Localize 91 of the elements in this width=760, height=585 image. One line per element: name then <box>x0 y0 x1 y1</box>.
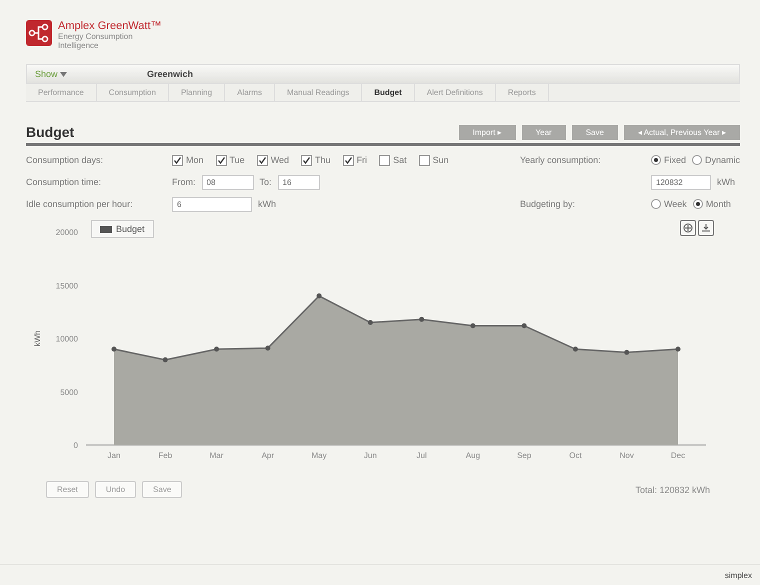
field-label: Yearly consumption: <box>520 155 602 166</box>
checkbox-label: Thu <box>315 155 331 166</box>
yearly-field[interactable]: 120832 <box>650 174 711 190</box>
data-point <box>624 350 630 356</box>
y-axis-label: kWh <box>33 330 42 347</box>
y-tick-label: 15000 <box>56 282 78 291</box>
tab[interactable]: Reports <box>496 84 549 102</box>
checkbox-label: Tue <box>230 155 245 166</box>
x-tick-label: Mar <box>210 451 224 460</box>
download-icon[interactable] <box>698 220 714 236</box>
form-button[interactable]: Save <box>142 481 182 498</box>
checkbox[interactable] <box>301 154 312 166</box>
field-label: Consumption days: <box>26 155 104 166</box>
radio-button[interactable] <box>692 199 703 210</box>
field-label: Budgeting by: <box>520 199 576 210</box>
show-dropdown[interactable]: Show <box>35 69 68 80</box>
tab[interactable]: Planning <box>168 84 226 102</box>
x-tick-label: Sep <box>517 451 532 460</box>
data-point <box>676 347 680 352</box>
idle-field[interactable]: 6 <box>172 196 252 212</box>
unit-label: kWh <box>258 199 276 210</box>
data-point <box>368 320 373 326</box>
from-field[interactable]: 08 <box>202 174 254 190</box>
x-tick-label: Nov <box>620 451 634 460</box>
radio-button[interactable] <box>650 155 661 166</box>
x-tick-label: Jan <box>108 451 120 460</box>
radio-label: Dynamic <box>704 155 740 166</box>
tab[interactable]: Alarms <box>225 84 275 102</box>
checkbox-label: Fri <box>356 155 368 166</box>
total-text: Total: 120832 kWh <box>635 484 710 495</box>
checkbox[interactable] <box>216 154 227 166</box>
data-point <box>316 294 322 299</box>
action-button[interactable]: Import ▸ <box>458 124 516 140</box>
x-tick-label: Feb <box>158 451 172 460</box>
tab[interactable]: Consumption <box>96 84 169 102</box>
form-button[interactable]: Reset <box>46 481 89 498</box>
checkbox-label: Sun <box>432 155 449 166</box>
x-tick-label: Apr <box>262 451 274 460</box>
checkbox-label: Sat <box>393 155 407 166</box>
x-tick-label: Jul <box>416 451 427 460</box>
brand-name: Amplex GreenWatt™ <box>58 20 162 32</box>
data-point <box>214 347 220 352</box>
action-button[interactable]: ◂ Actual, Previous Year ▸ <box>624 124 740 140</box>
field-label: To: <box>260 177 272 188</box>
radio-label: Week <box>664 199 687 210</box>
field-label: Consumption time: <box>26 177 102 188</box>
checkbox[interactable] <box>256 154 268 166</box>
data-point <box>162 358 168 363</box>
data-point <box>522 324 527 329</box>
logo-icon <box>26 20 52 46</box>
unit-label: kWh <box>716 177 735 188</box>
page-title: Budget <box>26 124 76 140</box>
to-field[interactable]: 16 <box>278 174 320 190</box>
y-tick-label: 0 <box>74 441 78 450</box>
field-label: Idle consumption per hour: <box>26 199 134 210</box>
brand-tagline: Energy Consumption Intelligence <box>58 32 134 50</box>
site-name: Greenwich <box>147 69 194 80</box>
data-point <box>265 346 270 351</box>
data-point <box>470 324 476 329</box>
x-tick-label: Dec <box>670 451 686 460</box>
data-point <box>112 347 116 352</box>
tab[interactable]: Budget <box>362 84 415 102</box>
checkbox-label: Wed <box>270 155 290 166</box>
chart-legend[interactable]: Budget <box>91 220 154 238</box>
footer-text: simplex <box>724 570 752 580</box>
radio-button[interactable] <box>650 199 661 210</box>
y-tick-label: 20000 <box>56 228 78 238</box>
radio-label: Fixed <box>664 155 686 166</box>
checkbox[interactable] <box>418 154 430 166</box>
field-label: From: <box>172 177 196 188</box>
checkbox[interactable] <box>342 154 354 166</box>
caret-icon <box>60 72 68 78</box>
x-tick-label: Oct <box>569 451 582 460</box>
checkbox-label: Mon <box>186 155 204 166</box>
x-tick-label: Jun <box>364 451 377 460</box>
form-button[interactable]: Undo <box>94 481 136 498</box>
x-tick-label: Aug <box>466 451 480 460</box>
data-point <box>572 347 578 352</box>
action-button[interactable]: Save <box>572 124 618 140</box>
x-tick-label: May <box>312 451 327 460</box>
tab[interactable]: Manual Readings <box>274 84 362 102</box>
tab[interactable]: Performance <box>26 84 97 102</box>
action-button[interactable]: Year <box>522 124 566 140</box>
tab[interactable]: Alert Definitions <box>414 84 496 102</box>
radio-label: Month <box>706 199 731 210</box>
y-tick-label: 10000 <box>56 334 78 344</box>
data-point <box>419 317 424 322</box>
checkbox[interactable] <box>379 154 390 166</box>
checkbox[interactable] <box>172 154 183 166</box>
radio-button[interactable] <box>692 155 702 166</box>
y-tick-label: 5000 <box>60 388 78 398</box>
